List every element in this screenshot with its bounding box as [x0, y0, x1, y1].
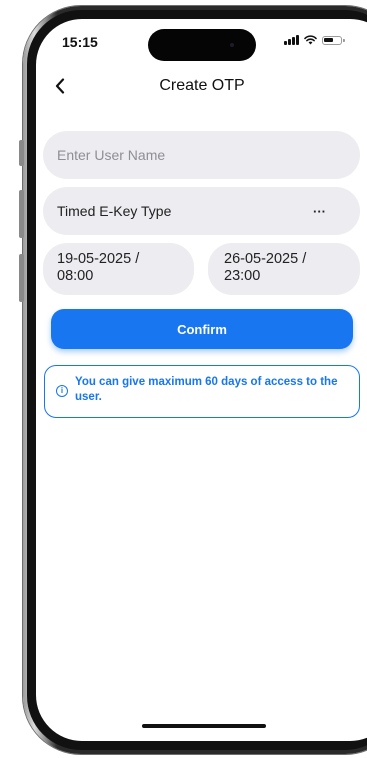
battery-icon — [321, 35, 345, 45]
confirm-button[interactable]: Confirm — [51, 309, 353, 349]
username-input[interactable]: Enter User Name — [43, 131, 360, 179]
volume-down-button — [19, 254, 24, 302]
status-time: 15:15 — [62, 34, 98, 50]
start-date-picker[interactable]: 19-05-2025 / 08:00 — [43, 243, 194, 295]
end-time-value: 23:00 — [224, 268, 261, 284]
start-time-value: 08:00 — [57, 268, 94, 284]
end-date-value: 26-05-2025 / — [224, 251, 307, 267]
end-date-picker[interactable]: 26-05-2025 / 23:00 — [208, 243, 360, 295]
more-icon[interactable]: ··· — [313, 204, 326, 219]
wifi-icon — [303, 35, 317, 45]
home-indicator[interactable] — [142, 724, 266, 728]
signal-icon — [284, 35, 299, 45]
action-button — [19, 140, 24, 166]
info-message: You can give maximum 60 days of access t… — [75, 376, 338, 403]
start-date-value: 19-05-2025 / — [57, 251, 140, 267]
info-icon: i — [56, 385, 68, 397]
key-type-select[interactable]: Timed E-Key Type ··· — [43, 187, 360, 235]
camera-dot — [230, 43, 234, 47]
dynamic-island — [148, 29, 256, 61]
page: 15:15 Create OTP Enter User Name Timed E… — [0, 0, 367, 758]
status-icons — [284, 35, 345, 45]
info-notice: i You can give maximum 60 days of access… — [44, 365, 360, 418]
phone-screen: 15:15 Create OTP Enter User Name Timed E… — [36, 19, 367, 741]
username-placeholder: Enter User Name — [57, 147, 166, 163]
page-title: Create OTP — [159, 77, 245, 94]
key-type-value: Timed E-Key Type — [57, 203, 172, 219]
volume-up-button — [19, 190, 24, 238]
